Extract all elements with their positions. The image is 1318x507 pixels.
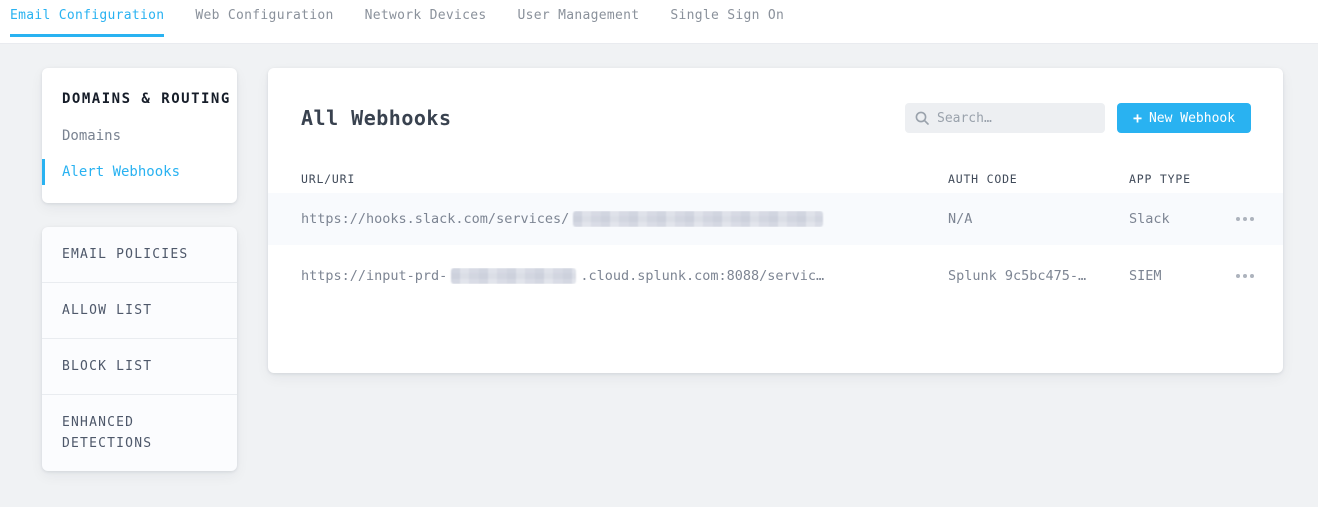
app-type-label: SIEM [1129, 268, 1162, 284]
sidebar-item-block-list[interactable]: BLOCK LIST [42, 339, 237, 395]
search-box[interactable] [905, 103, 1105, 133]
sidebar-item-alert-webhooks[interactable]: Alert Webhooks [62, 164, 217, 180]
email-sections-card: EMAIL POLICIES ALLOW LIST BLOCK LIST ENH… [42, 227, 237, 471]
domains-routing-card: DOMAINS & ROUTING Domains Alert Webhooks [42, 68, 237, 203]
webhook-url-cell: https://hooks.slack.com/services/ [301, 211, 948, 227]
redacted-url-segment [451, 268, 576, 284]
column-header-app-type: APP TYPE [1129, 172, 1256, 186]
row-actions-menu-icon[interactable] [1234, 213, 1256, 225]
column-header-auth-code: AUTH CODE [948, 172, 1129, 186]
webhook-url-text: https://hooks.slack.com/services/ [301, 211, 569, 227]
app-type-cell: SIEM [1129, 268, 1256, 284]
tab-single-sign-on[interactable]: Single Sign On [670, 0, 784, 38]
plus-icon: + [1133, 111, 1142, 126]
webhook-url-text: https://input-prd- [301, 268, 447, 284]
tab-web-configuration[interactable]: Web Configuration [195, 0, 333, 38]
table-row[interactable]: https://input-prd- .cloud.splunk.com:808… [268, 245, 1283, 307]
tab-network-devices[interactable]: Network Devices [365, 0, 487, 38]
search-icon [915, 111, 929, 125]
column-header-url: URL/URI [301, 172, 948, 186]
top-nav: Email Configuration Web Configuration Ne… [0, 0, 1318, 44]
new-webhook-button[interactable]: + New Webhook [1117, 103, 1251, 133]
sidebar-item-enhanced-detections[interactable]: ENHANCED DETECTIONS [42, 395, 237, 471]
sidebar-item-domains[interactable]: Domains [62, 128, 217, 144]
sidebar-item-email-policies[interactable]: EMAIL POLICIES [42, 227, 237, 283]
table-header-row: URL/URI AUTH CODE APP TYPE [268, 165, 1283, 193]
tab-email-configuration[interactable]: Email Configuration [10, 0, 164, 37]
search-input[interactable] [937, 111, 1095, 126]
webhooks-table: URL/URI AUTH CODE APP TYPE https://hooks… [268, 165, 1283, 307]
auth-code-cell: Splunk 9c5bc475-… [948, 268, 1129, 284]
auth-code-cell: N/A [948, 211, 1129, 227]
table-row[interactable]: https://hooks.slack.com/services/ N/A Sl… [268, 193, 1283, 245]
webhook-url-text: .cloud.splunk.com:8088/servic… [580, 268, 824, 284]
domains-routing-title: DOMAINS & ROUTING [62, 91, 217, 107]
app-type-cell: Slack [1129, 211, 1256, 227]
new-webhook-label: New Webhook [1149, 111, 1235, 126]
redacted-url-segment [573, 211, 823, 227]
row-actions-menu-icon[interactable] [1234, 270, 1256, 282]
app-type-label: Slack [1129, 211, 1170, 227]
webhooks-panel: All Webhooks + New Webhook URL/URI AUTH … [268, 68, 1283, 373]
tab-user-management[interactable]: User Management [517, 0, 639, 38]
webhook-url-cell: https://input-prd- .cloud.splunk.com:808… [301, 268, 948, 284]
page-title: All Webhooks [301, 106, 452, 130]
sidebar-item-allow-list[interactable]: ALLOW LIST [42, 283, 237, 339]
